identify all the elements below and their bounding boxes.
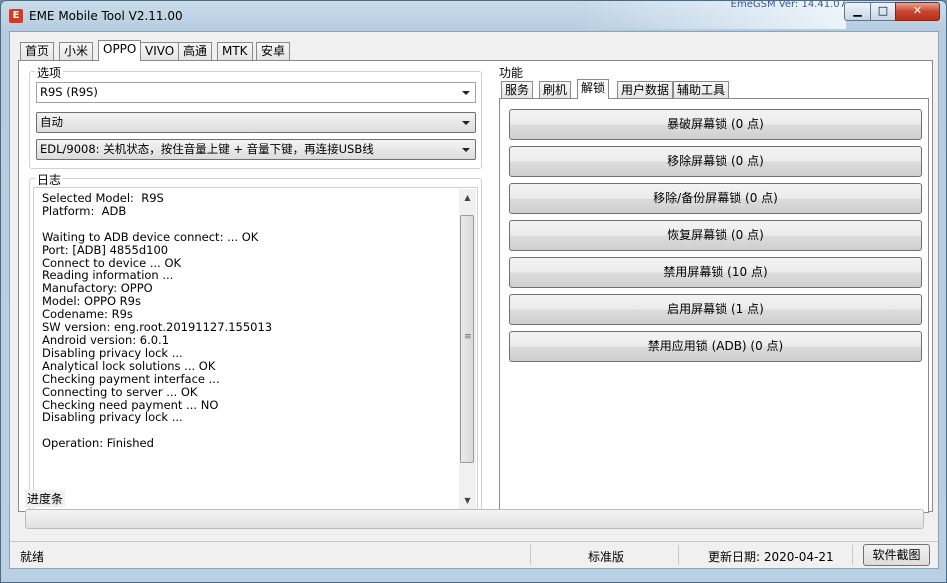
- model-select-value: R9S (R9S): [40, 85, 98, 99]
- tab-mtk[interactable]: MTK: [217, 42, 253, 61]
- window-title: EME Mobile Tool V2.11.00: [29, 9, 183, 23]
- scroll-down-icon[interactable]: ▼: [459, 492, 476, 509]
- functions-group-title: 功能: [497, 64, 526, 81]
- log-text: Selected Model: R9S Platform: ADB Waitin…: [42, 192, 273, 451]
- mode-select[interactable]: 自动: [36, 112, 476, 133]
- client-area: 首页 小米 OPPO VIVO 高通 MTK 安卓 选项 R9S (R9S) 自…: [9, 31, 939, 569]
- brute-force-screen-lock-button[interactable]: 暴破屏幕锁 (0 点): [509, 109, 922, 140]
- grip-icon: ≡: [464, 332, 472, 342]
- log-box[interactable]: Selected Model: R9S Platform: ADB Waitin…: [33, 187, 478, 511]
- oppo-tab-panel: 选项 R9S (R9S) 自动 EDL/9008: 关机状态，按住音量上键 + …: [18, 60, 933, 515]
- status-divider: [530, 545, 531, 565]
- enable-screen-lock-button[interactable]: 启用屏幕锁 (1 点): [509, 294, 922, 325]
- status-state: 就绪: [20, 550, 45, 564]
- mode-select-value: 自动: [40, 115, 63, 129]
- scroll-up-icon[interactable]: ▲: [459, 189, 476, 206]
- restore-screen-lock-button[interactable]: 恢复屏幕锁 (0 点): [509, 220, 922, 251]
- options-group-title: 选项: [35, 64, 64, 81]
- tab-vivo[interactable]: VIVO: [140, 42, 180, 61]
- tab-android[interactable]: 安卓: [256, 42, 291, 61]
- close-button[interactable]: ✕: [895, 2, 940, 21]
- screenshot-button[interactable]: 软件截图: [863, 544, 930, 566]
- chevron-down-icon: [462, 121, 470, 125]
- status-divider: [678, 545, 679, 565]
- chevron-down-icon: [462, 148, 470, 152]
- status-update-date: 更新日期: 2020-04-21: [708, 550, 834, 564]
- subtab-tools[interactable]: 辅助工具: [673, 81, 730, 99]
- status-divider: [852, 545, 853, 565]
- log-scrollbar[interactable]: ▲ ≡ ▼: [459, 189, 476, 509]
- remove-screen-lock-button[interactable]: 移除屏幕锁 (0 点): [509, 146, 922, 177]
- subtab-unlock[interactable]: 解锁: [577, 79, 610, 99]
- connection-method-select[interactable]: EDL/9008: 关机状态，按住音量上键 + 音量下键，再连接USB线: [36, 139, 476, 160]
- progress-bar: [25, 509, 924, 529]
- tab-oppo[interactable]: OPPO: [98, 40, 142, 61]
- status-bar: 就绪 标准版 更新日期: 2020-04-21 软件截图: [10, 541, 938, 567]
- status-edition: 标准版: [588, 550, 625, 564]
- tab-qualcomm[interactable]: 高通: [178, 42, 213, 61]
- remove-backup-screen-lock-button[interactable]: 移除/备份屏幕锁 (0 点): [509, 183, 922, 214]
- tab-xiaomi[interactable]: 小米: [59, 42, 94, 61]
- title-bar[interactable]: E EME Mobile Tool V2.11.00 EmeGSM Ver: 1…: [1, 1, 946, 31]
- scroll-thumb[interactable]: ≡: [460, 215, 474, 463]
- tab-home[interactable]: 首页: [20, 42, 55, 61]
- connection-method-value: EDL/9008: 关机状态，按住音量上键 + 音量下键，再连接USB线: [40, 142, 374, 156]
- app-logo-icon: E: [9, 9, 23, 23]
- subtab-service[interactable]: 服务: [501, 81, 534, 99]
- progress-title: 进度条: [25, 490, 66, 507]
- minimize-button[interactable]: ▁: [844, 2, 871, 21]
- disable-screen-lock-button[interactable]: 禁用屏幕锁 (10 点): [509, 257, 922, 288]
- log-group-title: 日志: [35, 171, 64, 188]
- subtab-flash[interactable]: 刷机: [539, 81, 572, 99]
- background-window-title: EmeGSM Ver: 14.41.07: [576, 1, 846, 29]
- disable-app-lock-adb-button[interactable]: 禁用应用锁 (ADB) (0 点): [509, 331, 922, 362]
- maximize-button[interactable]: □: [870, 2, 896, 21]
- unlock-panel: 暴破屏幕锁 (0 点) 移除屏幕锁 (0 点) 移除/备份屏幕锁 (0 点) 恢…: [499, 98, 929, 513]
- model-select[interactable]: R9S (R9S): [36, 82, 476, 103]
- subtab-user-data[interactable]: 用户数据: [617, 81, 674, 99]
- chevron-down-icon: [462, 91, 470, 95]
- app-window: E EME Mobile Tool V2.11.00 EmeGSM Ver: 1…: [0, 0, 947, 583]
